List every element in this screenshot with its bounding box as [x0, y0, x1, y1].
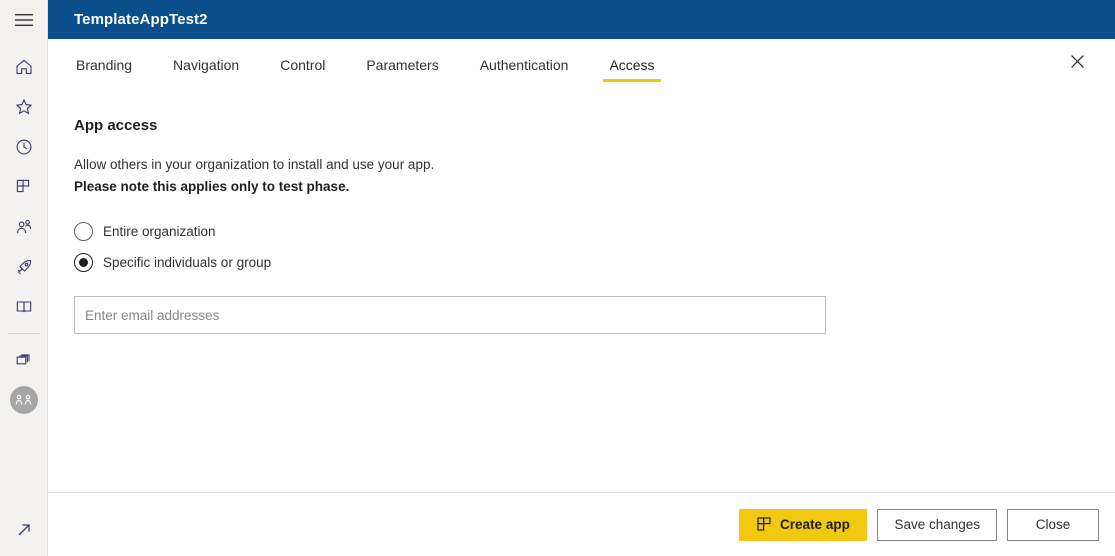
sidebar-item-shared-with-me[interactable]: [0, 207, 48, 247]
tab-authentication-label: Authentication: [479, 57, 569, 73]
sidebar-item-recent[interactable]: [0, 127, 48, 167]
star-icon: [14, 97, 34, 117]
panel-titlebar: TemplateAppTest2: [48, 0, 1115, 39]
sidebar-item-favorites[interactable]: [0, 87, 48, 127]
tab-authentication[interactable]: Authentication: [478, 48, 571, 82]
radio-entire-organization-label: Entire organization: [103, 223, 216, 239]
grid-apps-icon: [757, 517, 772, 532]
hamburger-icon: [14, 13, 33, 27]
access-description-line-2: Please note this applies only to test ph…: [74, 179, 350, 194]
tab-navigation-label: Navigation: [173, 57, 240, 73]
tab-control[interactable]: Control: [278, 48, 327, 82]
radio-specific-individuals[interactable]: Specific individuals or group: [74, 247, 1089, 277]
tab-navigation[interactable]: Navigation: [171, 48, 241, 82]
radio-specific-individuals-label: Specific individuals or group: [103, 254, 272, 270]
create-app-button-label: Create app: [780, 517, 850, 532]
sidebar-item-workspaces[interactable]: [0, 340, 48, 380]
app-settings-panel: TemplateAppTest2 Branding Navigation Con…: [48, 0, 1115, 556]
tab-parameters[interactable]: Parameters: [364, 48, 440, 82]
page-title: TemplateAppTest2: [74, 11, 208, 28]
sidebar-item-home[interactable]: [0, 47, 48, 87]
group-avatar-icon: [9, 386, 38, 414]
home-icon: [14, 57, 34, 77]
sidebar-item-current-workspace[interactable]: [0, 380, 48, 420]
save-changes-button[interactable]: Save changes: [877, 508, 997, 541]
tab-branding-label: Branding: [76, 57, 133, 73]
tab-bar: Branding Navigation Control Parameters A…: [48, 39, 1115, 91]
sidebar-item-deployment-pipelines[interactable]: [0, 247, 48, 287]
tab-access-label: Access: [609, 57, 655, 73]
radio-entire-organization[interactable]: Entire organization: [74, 216, 1089, 246]
panel-footer: Create app Save changes Close: [48, 492, 1115, 556]
access-scope-radio-group: Entire organization Specific individuals…: [74, 216, 1089, 277]
rail-bottom-area: [0, 510, 48, 550]
sidebar-item-apps[interactable]: [0, 167, 48, 207]
hamburger-menu-button[interactable]: [0, 0, 48, 40]
left-nav-rail: [0, 0, 48, 556]
close-icon: [1070, 54, 1085, 74]
save-changes-button-label: Save changes: [894, 517, 980, 532]
rail-divider: [7, 333, 40, 334]
close-panel-button[interactable]: [1062, 49, 1092, 79]
sidebar-item-learn[interactable]: [0, 287, 48, 327]
app-root: TemplateAppTest2 Branding Navigation Con…: [0, 0, 1115, 556]
access-settings-content: App access Allow others in your organiza…: [48, 91, 1115, 492]
close-button-label: Close: [1035, 517, 1071, 532]
access-description-line-1: Allow others in your organization to ins…: [74, 157, 435, 172]
email-addresses-input[interactable]: [74, 296, 826, 334]
create-app-button[interactable]: Create app: [739, 508, 868, 541]
people-icon: [14, 217, 34, 237]
radio-entire-organization-mark: [74, 221, 93, 241]
stacked-windows-icon: [14, 350, 34, 370]
tab-control-label: Control: [280, 57, 326, 73]
section-title: App access: [74, 117, 158, 134]
grid-apps-icon: [14, 177, 34, 197]
radio-dot: [79, 257, 88, 267]
tab-parameters-label: Parameters: [366, 57, 439, 73]
rocket-icon: [14, 257, 34, 277]
book-icon: [14, 297, 34, 317]
tab-branding[interactable]: Branding: [74, 48, 134, 82]
expand-rail-button[interactable]: [0, 510, 48, 550]
close-button[interactable]: Close: [1007, 508, 1099, 541]
arrow-up-right-icon: [15, 521, 33, 539]
radio-specific-individuals-mark: [74, 252, 93, 272]
clock-icon: [14, 137, 34, 157]
tab-access[interactable]: Access: [603, 48, 661, 82]
